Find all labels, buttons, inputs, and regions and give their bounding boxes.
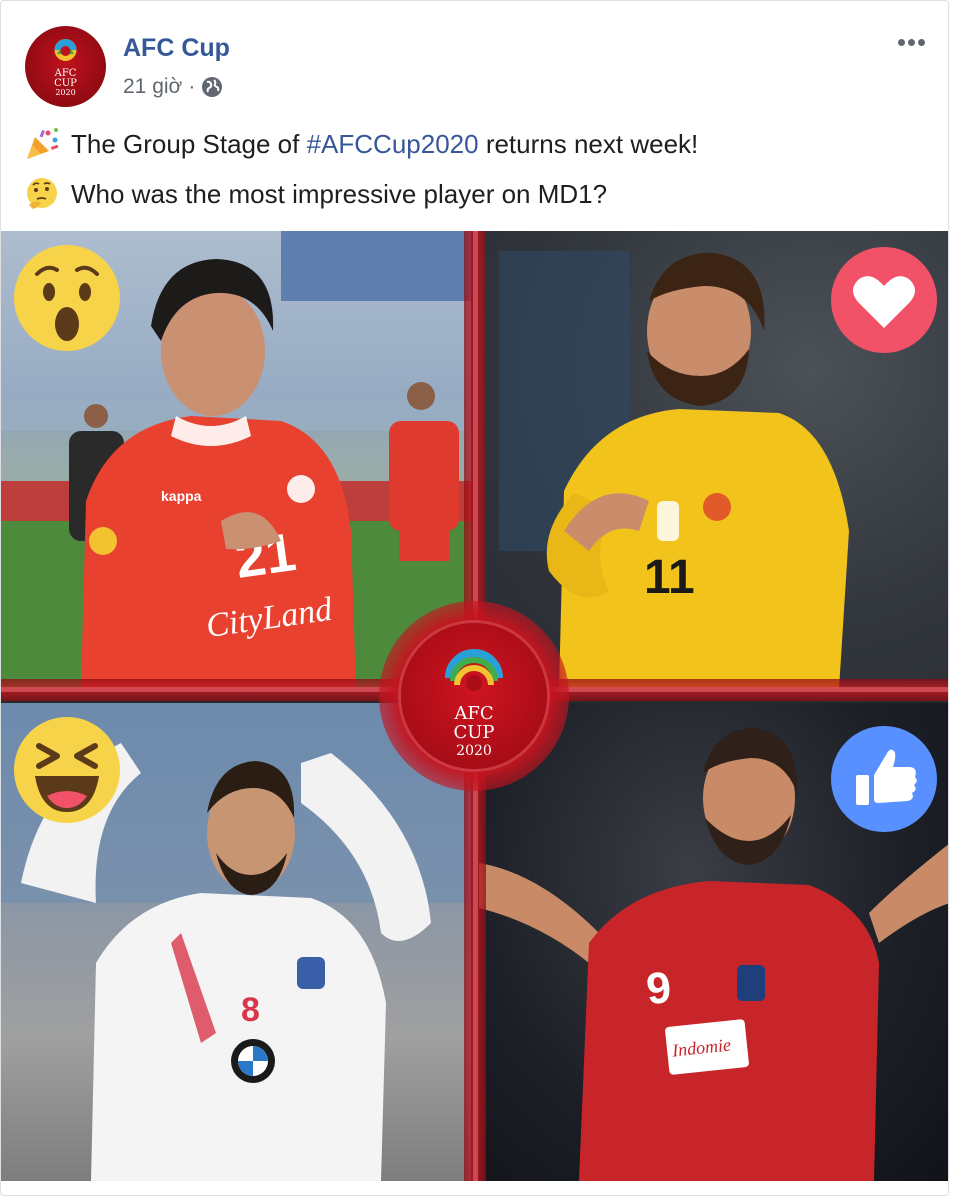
post-text-line-1: The Group Stage of #AFCCup2020 returns n… <box>23 125 698 163</box>
svg-text:8: 8 <box>241 991 260 1029</box>
post-text-part-2: returns next week! <box>478 128 699 159</box>
post-meta: 21 giờ · <box>123 75 223 99</box>
haha-reaction-icon <box>13 716 121 824</box>
afc-cup-logo-icon: AFC CUP 2020 <box>54 39 77 97</box>
svg-text:11: 11 <box>644 551 695 604</box>
party-popper-emoji-icon <box>23 125 61 163</box>
post-text-line-2: Who was the most impressive player on MD… <box>23 175 607 213</box>
facebook-post-card: AFC CUP 2020 AFC Cup 21 giờ · The Group … <box>0 0 949 1196</box>
wow-reaction-icon <box>13 244 121 352</box>
post-photo-collage[interactable]: 21 CityLand kappa 11 8 9 Indomie AFC CUP… <box>1 231 948 1181</box>
afc-cup-center-logo: AFC CUP 2020 <box>401 623 547 769</box>
svg-text:kappa: kappa <box>161 488 202 504</box>
svg-text:9: 9 <box>644 963 673 1014</box>
logo-text-year: 2020 <box>456 743 492 759</box>
globe-icon[interactable] <box>201 76 223 98</box>
thinking-face-emoji-icon <box>23 175 61 213</box>
like-reaction-icon <box>830 725 938 833</box>
page-avatar[interactable]: AFC CUP 2020 <box>25 26 106 107</box>
page-name-link[interactable]: AFC Cup <box>123 34 230 63</box>
more-options-icon[interactable] <box>898 33 934 51</box>
love-reaction-icon <box>830 246 938 354</box>
logo-text-cup: CUP <box>453 722 495 743</box>
post-timestamp[interactable]: 21 giờ <box>123 75 182 99</box>
hashtag-link[interactable]: #AFCCup2020 <box>307 129 479 160</box>
post-text-question: Who was the most impressive player on MD… <box>71 178 608 209</box>
post-text-part-1: The Group Stage of <box>71 128 307 159</box>
svg-text:2020: 2020 <box>55 88 75 97</box>
meta-separator: · <box>188 75 196 98</box>
